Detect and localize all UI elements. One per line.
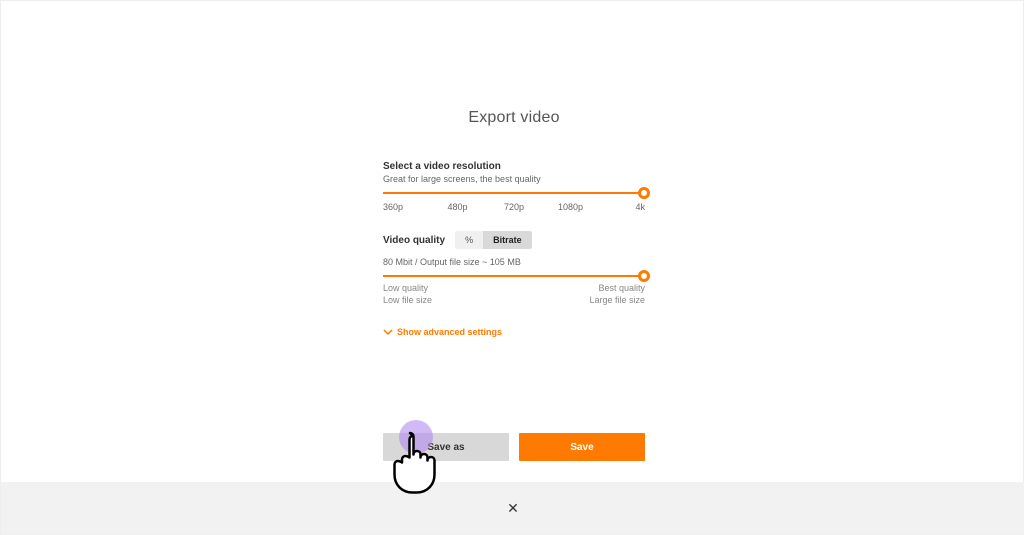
quality-low-filesize-label: Low file size [383, 295, 432, 307]
quality-status: 80 Mbit / Output file size ~ 105 MB [383, 257, 645, 267]
dialog-title: Export video [383, 109, 645, 127]
quality-low-quality-label: Low quality [383, 283, 432, 295]
resolution-slider[interactable] [383, 192, 645, 194]
quality-mode-segmented: % Bitrate [455, 231, 532, 249]
export-video-dialog: Export video Select a video resolution G… [0, 0, 1024, 535]
quality-section: Video quality % Bitrate 80 Mbit / Output… [383, 231, 645, 306]
chevron-down-icon [383, 327, 393, 337]
quality-right-labels: Best quality Large file size [589, 283, 645, 306]
dialog-button-row: Save as Save [383, 433, 645, 461]
quality-best-quality-label: Best quality [589, 283, 645, 295]
resolution-ticks: 360p 480p 720p 1080p 4k [383, 202, 645, 212]
save-as-button[interactable]: Save as [383, 433, 509, 461]
close-icon: ✕ [507, 500, 519, 516]
quality-mode-percent[interactable]: % [455, 231, 483, 249]
quality-heading: Video quality [383, 235, 445, 246]
close-button[interactable]: ✕ [507, 501, 519, 515]
resolution-heading: Select a video resolution [383, 161, 645, 172]
show-advanced-settings-label: Show advanced settings [397, 327, 502, 337]
resolution-tick: 480p [440, 202, 476, 212]
resolution-tick: 360p [383, 202, 419, 212]
resolution-subtitle: Great for large screens, the best qualit… [383, 174, 645, 184]
quality-slider[interactable] [383, 275, 645, 277]
quality-mode-bitrate[interactable]: Bitrate [483, 231, 532, 249]
quality-slider-thumb[interactable] [638, 270, 650, 282]
save-button[interactable]: Save [519, 433, 645, 461]
quality-left-labels: Low quality Low file size [383, 283, 432, 306]
resolution-tick: 720p [496, 202, 532, 212]
quality-large-filesize-label: Large file size [589, 295, 645, 307]
resolution-tick: 4k [609, 202, 645, 212]
resolution-section: Select a video resolution Great for larg… [383, 161, 645, 212]
resolution-tick: 1080p [553, 202, 589, 212]
show-advanced-settings-link[interactable]: Show advanced settings [383, 327, 502, 337]
footer-bar: ✕ [1, 482, 1024, 534]
resolution-slider-thumb[interactable] [638, 187, 650, 199]
